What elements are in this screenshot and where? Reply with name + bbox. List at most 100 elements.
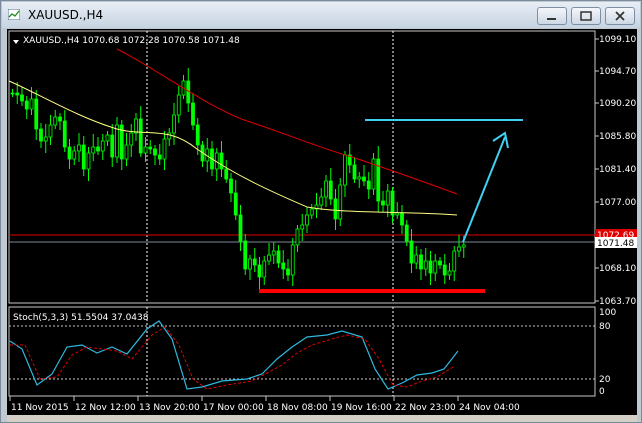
candle-body (295, 228, 300, 246)
stoch-tick-label: 80 (599, 322, 611, 332)
restore-button[interactable] (571, 7, 601, 25)
candle-body (195, 124, 200, 146)
candle-body (129, 132, 134, 146)
fast-ma-line (8, 80, 458, 216)
candle-body (100, 140, 105, 152)
stoch-header: Stoch(5,3,3) 51.5504 37.0438 (13, 313, 149, 323)
candle-body (333, 198, 338, 220)
minimize-button[interactable] (537, 7, 567, 25)
minimize-icon (547, 18, 556, 20)
candle-body (172, 114, 176, 134)
candle-body (134, 118, 138, 134)
candle-body (366, 180, 371, 190)
candle-body (24, 100, 29, 110)
main-plot-frame (8, 30, 596, 304)
title-bar[interactable]: XAUUSD.,H4 (2, 2, 640, 28)
candle-body (428, 260, 433, 274)
candle-body (276, 250, 281, 264)
time-tick-label: 24 Nov 04:00 (459, 403, 520, 413)
candle-body (229, 178, 233, 194)
candle-body (48, 124, 53, 138)
time-tick-label: 13 Nov 20:00 (139, 403, 200, 413)
stoch-tick-label: 20 (599, 375, 611, 385)
candle-body (115, 124, 119, 158)
candle-body (167, 132, 172, 140)
candle-body (58, 116, 62, 122)
time-tick-label: 19 Nov 16:00 (331, 403, 392, 413)
candle-body (381, 200, 385, 206)
price-tick-label: 1068.10 (599, 264, 636, 274)
target-arrow[interactable] (462, 136, 506, 243)
candle-body (67, 146, 72, 160)
candle-body (281, 262, 286, 270)
stoch-tick-label: 0 (599, 387, 605, 397)
current-price-label: 1071.48 (597, 239, 634, 249)
candle-body (157, 154, 162, 160)
candle-body (352, 164, 357, 180)
candle-body (262, 260, 267, 278)
candle-body (414, 254, 419, 264)
price-tick-label: 1081.40 (599, 165, 636, 175)
candle-body (124, 144, 129, 160)
candle-body (224, 168, 229, 180)
candle-body (252, 258, 257, 266)
candle-body (438, 260, 442, 266)
candle-body (324, 180, 328, 198)
candle-body (300, 224, 305, 230)
candle-body (162, 138, 167, 160)
stoch-axis: 100 80 20 0 (599, 308, 616, 397)
chart-area[interactable]: XAUUSD.,H4 1070.68 1072.28 1070.58 1071.… (7, 29, 637, 417)
chart-window: XAUUSD.,H4 XAUUSD.,H4 1070.68 1072.28 10… (0, 0, 642, 423)
candle-body (328, 180, 333, 200)
price-tick-label: 1090.20 (599, 99, 636, 109)
candle-body (243, 240, 248, 270)
candle-body (39, 128, 43, 142)
candle-body (309, 208, 314, 216)
candle-body (138, 118, 143, 154)
candle-body (91, 146, 96, 154)
candle-body (343, 154, 347, 186)
candle-body (81, 144, 86, 170)
candle-body (433, 260, 438, 274)
candle-body (176, 94, 181, 116)
candle-body (357, 176, 362, 180)
close-button[interactable] (605, 7, 635, 25)
chart-header: XAUUSD.,H4 1070.68 1072.28 1070.58 1071.… (23, 36, 240, 46)
candle-body (400, 212, 404, 226)
candle-body (248, 258, 252, 270)
time-axis: 11 Nov 2015 12 Nov 12:00 13 Nov 20:00 17 No… (9, 396, 520, 413)
horizontal-scrollbar[interactable] (7, 415, 637, 422)
candle-body (96, 146, 100, 152)
candle-body (404, 224, 409, 242)
candle-body (423, 260, 428, 270)
candle-body (286, 268, 290, 276)
close-icon (615, 11, 625, 21)
candle-body (267, 254, 271, 262)
candle-body (395, 212, 400, 216)
restore-icon (580, 11, 592, 21)
candle-body (110, 134, 115, 158)
candle-body (53, 116, 58, 126)
candle-body (191, 102, 195, 126)
chart-icon (8, 9, 20, 20)
price-chart[interactable]: XAUUSD.,H4 1070.68 1072.28 1070.58 1071.… (7, 29, 637, 417)
candle-body (447, 270, 452, 276)
candle-body (461, 244, 466, 248)
candle-body (10, 92, 15, 95)
candle-body (72, 150, 77, 160)
time-tick-label: 17 Nov 00:00 (203, 403, 264, 413)
candle-body (153, 148, 157, 156)
symbol-dropdown-icon[interactable] (13, 40, 19, 44)
candle-body (305, 214, 309, 226)
candle-body (338, 184, 343, 220)
candle-body (148, 146, 153, 150)
candle-body (233, 192, 238, 216)
time-tick-label: 18 Nov 08:00 (267, 403, 328, 413)
candle-body (105, 134, 110, 142)
candle-body (457, 246, 461, 252)
candle-body (219, 152, 224, 170)
candle-body (62, 120, 67, 148)
price-tick-label: 1094.70 (599, 67, 636, 77)
price-tick-label: 1099.10 (599, 35, 636, 45)
candle-body (290, 244, 295, 276)
